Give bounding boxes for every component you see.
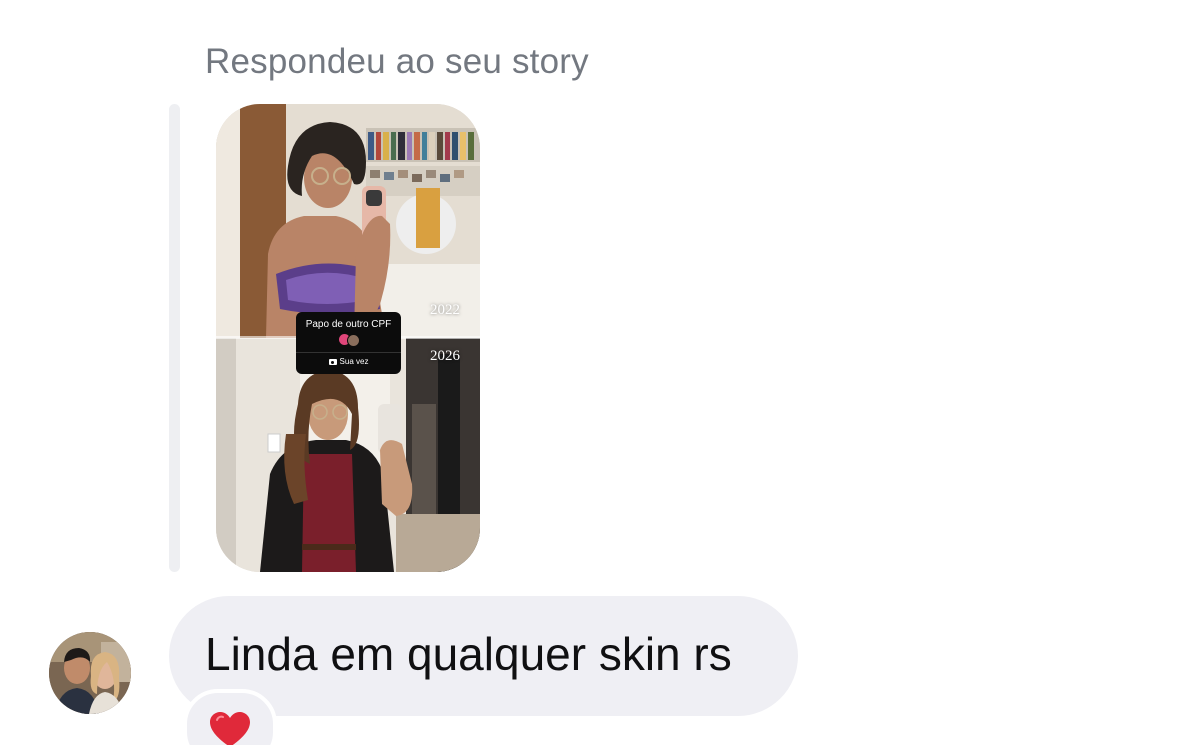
message-reaction[interactable]: [183, 689, 277, 745]
chat-thread: Respondeu ao seu story 2022 2026 Papo de…: [0, 0, 1179, 745]
sticker-title: Papo de outro CPF: [305, 319, 392, 330]
add-yours-sticker[interactable]: Papo de outro CPF Sua vez: [296, 312, 401, 374]
sticker-participants: [337, 334, 361, 347]
story-reply-label: Respondeu ao seu story: [205, 42, 589, 81]
sticker-your-turn-button[interactable]: Sua vez: [296, 357, 401, 366]
message-text: Linda em qualquer skin rs: [205, 628, 732, 680]
sender-avatar[interactable]: [49, 632, 131, 714]
participant-avatar: [346, 334, 360, 347]
heart-icon: [210, 712, 250, 745]
reply-quote-bar: [169, 104, 180, 572]
avatar-photo: [49, 632, 131, 714]
story-year-top: 2022: [430, 302, 460, 318]
camera-icon: [328, 359, 337, 365]
sticker-action-label: Sua vez: [339, 357, 369, 366]
sticker-divider: [296, 352, 401, 353]
story-preview[interactable]: 2022 2026 Papo de outro CPF Sua vez: [216, 104, 480, 572]
story-year-bottom: 2026: [430, 348, 460, 364]
